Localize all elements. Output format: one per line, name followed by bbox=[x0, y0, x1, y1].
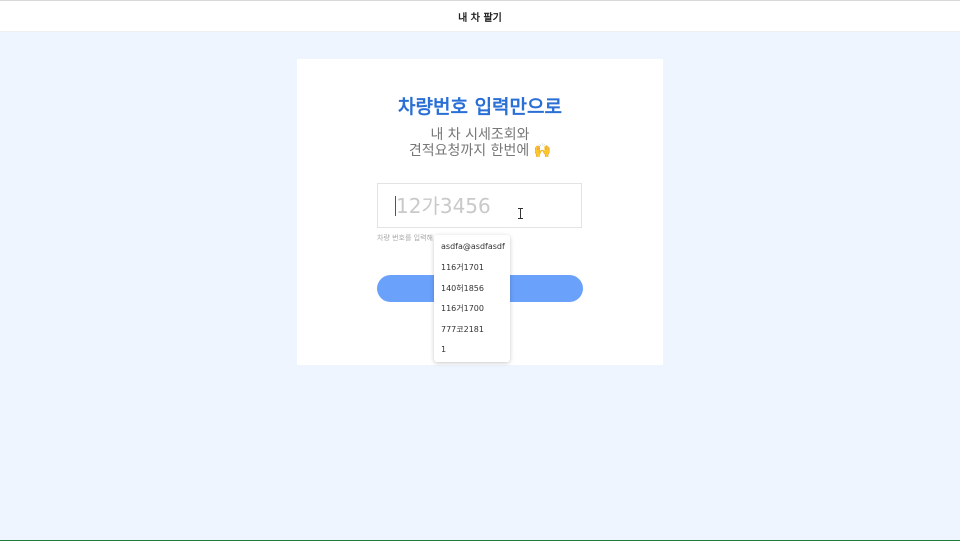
page-title: 내 차 팔기 bbox=[458, 12, 502, 24]
autocomplete-item[interactable]: 116거1701 bbox=[434, 258, 510, 278]
subline-2: 견적요청까지 한번에 🙌 bbox=[297, 140, 663, 160]
autocomplete-item[interactable]: 140허1856 bbox=[434, 279, 510, 299]
raised-hands-emoji: 🙌 bbox=[533, 143, 552, 159]
top-bar: 내 차 팔기 bbox=[0, 0, 960, 32]
input-hint: 차량 번호를 입력해 bbox=[377, 234, 433, 242]
autocomplete-item[interactable]: 116거1700 bbox=[434, 299, 510, 319]
autocomplete-item[interactable]: asdfa@asdfasdf bbox=[434, 237, 510, 257]
autocomplete-item[interactable]: 1 bbox=[434, 340, 510, 360]
plate-input-box[interactable] bbox=[377, 183, 582, 228]
headline: 차량번호 입력만으로 bbox=[398, 96, 562, 118]
ibeam-cursor-icon bbox=[517, 208, 525, 219]
plate-number-input[interactable] bbox=[378, 184, 581, 227]
autocomplete-dropdown: asdfa@asdfasdf 116거1701 140허1856 116거170… bbox=[434, 235, 510, 362]
subline-2-text: 견적요청까지 한번에 bbox=[408, 143, 530, 159]
text-caret bbox=[395, 196, 396, 216]
autocomplete-item[interactable]: 777코2181 bbox=[434, 320, 510, 340]
